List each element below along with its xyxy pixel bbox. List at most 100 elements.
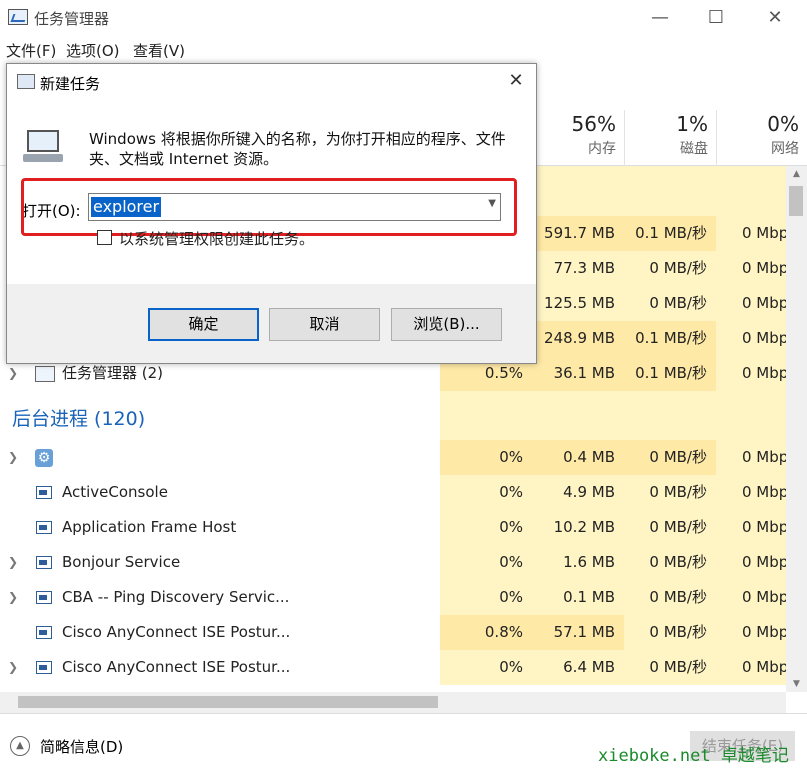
window-app-icon [36, 556, 52, 569]
computer-icon [23, 128, 63, 164]
chevron-right-icon[interactable]: ❯ [8, 440, 18, 475]
memory-label: 内存 [588, 141, 616, 157]
process-name: Application Frame Host [62, 518, 237, 536]
scroll-thumb[interactable] [789, 186, 803, 216]
task-manager-icon [8, 9, 28, 25]
network-cell: 0 Mbps [716, 440, 786, 475]
disk-cell: 0 MB/秒 [624, 650, 716, 685]
close-icon[interactable]: ✕ [505, 69, 527, 93]
table-row[interactable]: ❯ Bonjour Service 0% 1.6 MB 0 MB/秒 0 Mbp… [0, 545, 786, 580]
chevron-right-icon[interactable]: ❯ [8, 650, 18, 685]
disk-label: 磁盘 [680, 141, 708, 157]
window-app-icon [36, 591, 52, 604]
disk-cell: 0.1 MB/秒 [624, 356, 716, 391]
memory-cell: 591.7 MB [532, 216, 624, 251]
disk-cell: 0 MB/秒 [624, 251, 716, 286]
disk-cell: 0 MB/秒 [624, 440, 716, 475]
process-name: Bonjour Service [62, 553, 181, 571]
chevron-right-icon[interactable]: ❯ [8, 580, 18, 615]
create-new-task-dialog: 新建任务 ✕ Windows 将根据你所键入的名称，为你打开相应的程序、文件夹、… [6, 63, 537, 364]
cpu-cell: 0% [440, 580, 532, 615]
table-row[interactable]: ❯ CBA -- Ping Discovery Servic... 0% 0.1… [0, 580, 786, 615]
scroll-thumb[interactable] [18, 696, 438, 708]
network-cell: 0 Mbps [716, 650, 786, 685]
cpu-cell: 0% [440, 510, 532, 545]
menu-bar: 文件(F) 选项(O) 查看(V) [0, 36, 807, 62]
scroll-down-icon[interactable]: ▼ [786, 676, 807, 692]
dialog-description: Windows 将根据你所键入的名称，为你打开相应的程序、文件夹、文档或 Int… [89, 130, 506, 168]
network-label: 网络 [771, 141, 799, 157]
network-cell: 0 Mbps [716, 615, 786, 650]
process-name: ActiveConsole [62, 483, 168, 501]
network-cell: 0 Mbps [716, 580, 786, 615]
highlight-band [532, 166, 786, 216]
memory-cell: 6.4 MB [532, 650, 624, 685]
network-cell: 0 Mbps [716, 251, 786, 286]
memory-cell: 125.5 MB [532, 286, 624, 321]
memory-cell: 0.1 MB [532, 580, 624, 615]
close-button[interactable]: ✕ [761, 6, 789, 30]
disk-cell: 0 MB/秒 [624, 580, 716, 615]
background-processes-heading: 后台进程 (120) [12, 408, 146, 430]
disk-cell: 0 MB/秒 [624, 615, 716, 650]
table-row[interactable]: ❯ ⚙ 0% 0.4 MB 0 MB/秒 0 Mbps [0, 440, 786, 475]
disk-cell: 0 MB/秒 [624, 475, 716, 510]
network-cell: 0 Mbps [716, 321, 786, 356]
column-memory[interactable]: 56% 内存 [532, 110, 624, 166]
network-cell: 0 Mbps [716, 510, 786, 545]
horizontal-scrollbar[interactable] [0, 692, 786, 713]
table-row[interactable]: Cisco AnyConnect ISE Postur... 0.8% 57.1… [0, 615, 786, 650]
task-manager-icon [35, 366, 55, 382]
table-row[interactable]: Application Frame Host 0% 10.2 MB 0 MB/秒… [0, 510, 786, 545]
footer: ▲ 简略信息(D) 结束任务(E) xieboke.net 卓越笔记 [0, 713, 807, 772]
disk-cell: 0 MB/秒 [624, 545, 716, 580]
watermark: xieboke.net 卓越笔记 [598, 746, 789, 766]
dialog-button-bar: 确定 取消 浏览(B)... [7, 284, 536, 363]
cancel-button[interactable]: 取消 [269, 308, 380, 341]
maximize-button[interactable]: ☐ [702, 6, 730, 30]
column-network[interactable]: 0% 网络 [716, 110, 807, 166]
network-cell: 0 Mbps [716, 545, 786, 580]
menu-options[interactable]: 选项(O) [66, 40, 120, 61]
chevron-right-icon[interactable]: ❯ [8, 545, 18, 580]
memory-percent: 56% [571, 112, 616, 136]
admin-checkbox[interactable] [97, 230, 112, 245]
window-app-icon [36, 486, 52, 499]
window-app-icon [36, 626, 52, 639]
menu-view[interactable]: 查看(V) [133, 40, 185, 61]
window-app-icon [36, 661, 52, 674]
highlight-band [440, 391, 786, 440]
title-bar: 任务管理器 — ☐ ✕ [0, 0, 807, 36]
dialog-title: 新建任务 [40, 75, 101, 93]
menu-file[interactable]: 文件(F) [6, 40, 56, 61]
minimize-button[interactable]: — [646, 6, 674, 30]
admin-checkbox-label[interactable]: 以系统管理权限创建此任务。 [119, 228, 314, 249]
disk-cell: 0.1 MB/秒 [624, 321, 716, 356]
network-cell: 0 Mbps [716, 356, 786, 391]
run-icon [17, 74, 35, 89]
process-name: CBA -- Ping Discovery Servic... [62, 588, 290, 606]
ok-button[interactable]: 确定 [148, 308, 259, 341]
window-app-icon [36, 521, 52, 534]
browse-button[interactable]: 浏览(B)... [391, 308, 502, 341]
fewer-details-link[interactable]: 简略信息(D) [40, 736, 123, 757]
disk-cell: 0 MB/秒 [624, 510, 716, 545]
cpu-cell: 0.8% [440, 615, 532, 650]
memory-cell: 36.1 MB [532, 356, 624, 391]
process-name: Cisco AnyConnect ISE Postur... [62, 658, 291, 676]
vertical-scrollbar[interactable]: ▲ ▼ [786, 166, 807, 692]
cpu-cell: 0% [440, 545, 532, 580]
network-cell: 0 Mbps [716, 475, 786, 510]
table-row[interactable]: ActiveConsole 0% 4.9 MB 0 MB/秒 0 Mbps [0, 475, 786, 510]
disk-percent: 1% [676, 112, 708, 136]
chevron-up-icon[interactable]: ▲ [10, 736, 30, 756]
memory-cell: 4.9 MB [532, 475, 624, 510]
disk-cell: 0.1 MB/秒 [624, 216, 716, 251]
memory-cell: 0.4 MB [532, 440, 624, 475]
scroll-up-icon[interactable]: ▲ [786, 166, 807, 182]
table-row[interactable]: ❯ Cisco AnyConnect ISE Postur... 0% 6.4 … [0, 650, 786, 685]
memory-cell: 10.2 MB [532, 510, 624, 545]
window-title: 任务管理器 [34, 10, 110, 28]
column-disk[interactable]: 1% 磁盘 [624, 110, 716, 166]
memory-cell: 248.9 MB [532, 321, 624, 356]
